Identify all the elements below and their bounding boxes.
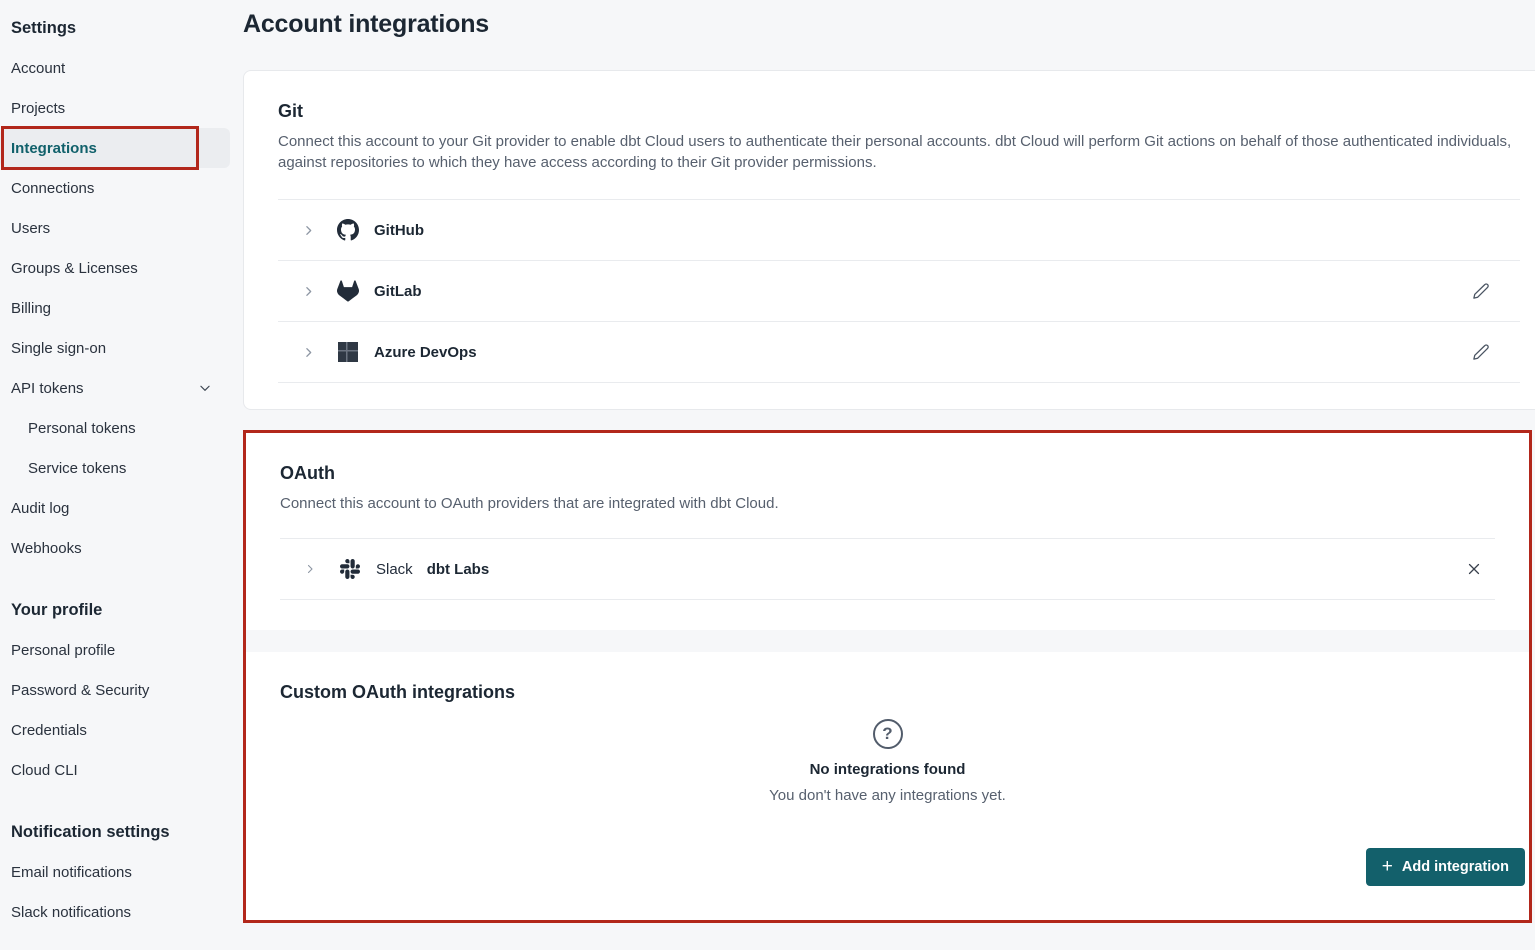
slack-label: Slack xyxy=(376,561,413,578)
gitlab-icon xyxy=(337,280,359,302)
sidebar-item-groups-licenses[interactable]: Groups & Licenses xyxy=(0,248,230,288)
sidebar-item-service-tokens[interactable]: Service tokens xyxy=(0,448,230,488)
gitlab-label: GitLab xyxy=(374,283,422,300)
sidebar-item-projects[interactable]: Projects xyxy=(0,88,230,128)
add-integration-label: Add integration xyxy=(1402,859,1509,875)
github-label: GitHub xyxy=(374,222,424,239)
chevron-down-icon xyxy=(198,381,212,395)
settings-sidebar: Settings Account Projects Integrations C… xyxy=(0,0,243,950)
close-icon[interactable] xyxy=(1465,560,1483,578)
empty-state-message: You don't have any integrations yet. xyxy=(280,787,1495,804)
sidebar-item-email-notifications[interactable]: Email notifications xyxy=(0,852,230,892)
azure-devops-label: Azure DevOps xyxy=(374,344,477,361)
plus-icon: + xyxy=(1382,857,1393,876)
sidebar-section-settings: Settings xyxy=(0,8,243,48)
custom-oauth-card: Custom OAuth integrations ? No integrati… xyxy=(246,652,1529,920)
page-title: Account integrations xyxy=(243,10,1535,39)
sidebar-item-personal-profile[interactable]: Personal profile xyxy=(0,630,230,670)
main-content: Account integrations Git Connect this ac… xyxy=(243,0,1535,950)
sidebar-item-connections[interactable]: Connections xyxy=(0,168,230,208)
sidebar-section-your-profile: Your profile xyxy=(0,590,243,630)
edit-pencil-icon[interactable] xyxy=(1472,343,1490,361)
sidebar-item-password-security[interactable]: Password & Security xyxy=(0,670,230,710)
github-icon xyxy=(337,219,359,241)
sidebar-section-notification-settings: Notification settings xyxy=(0,812,243,852)
chevron-right-icon xyxy=(302,346,315,359)
sidebar-item-credentials[interactable]: Credentials xyxy=(0,710,230,750)
oauth-card: OAuth Connect this account to OAuth prov… xyxy=(246,433,1529,630)
cards-gap xyxy=(246,630,1529,652)
edit-pencil-icon[interactable] xyxy=(1472,282,1490,300)
git-section-title: Git xyxy=(278,101,1520,122)
oauth-integration-list: Slack dbt Labs xyxy=(280,538,1495,600)
sidebar-item-integrations[interactable]: Integrations xyxy=(0,128,230,168)
empty-state-title: No integrations found xyxy=(280,761,1495,778)
sidebar-item-billing[interactable]: Billing xyxy=(0,288,230,328)
git-provider-row-github[interactable]: GitHub xyxy=(278,200,1520,261)
oauth-section-description: Connect this account to OAuth providers … xyxy=(280,493,1495,514)
empty-state: ? No integrations found You don't have a… xyxy=(280,719,1495,804)
oauth-section-title: OAuth xyxy=(280,463,1495,484)
oauth-row-slack[interactable]: Slack dbt Labs xyxy=(280,539,1495,600)
question-circle-icon: ? xyxy=(873,719,903,749)
sidebar-item-personal-tokens[interactable]: Personal tokens xyxy=(0,408,230,448)
azure-devops-icon xyxy=(337,341,359,363)
git-provider-row-gitlab[interactable]: GitLab xyxy=(278,261,1520,322)
chevron-right-icon xyxy=(302,224,315,237)
custom-oauth-section-title: Custom OAuth integrations xyxy=(280,682,1495,703)
sidebar-item-users[interactable]: Users xyxy=(0,208,230,248)
sidebar-item-single-sign-on[interactable]: Single sign-on xyxy=(0,328,230,368)
sidebar-item-account[interactable]: Account xyxy=(0,48,230,88)
sidebar-item-api-tokens[interactable]: API tokens xyxy=(0,368,230,408)
sidebar-item-cloud-cli[interactable]: Cloud CLI xyxy=(0,750,230,790)
red-annotation-box-oauth: OAuth Connect this account to OAuth prov… xyxy=(243,430,1532,923)
git-section-description: Connect this account to your Git provide… xyxy=(278,131,1520,173)
add-integration-button[interactable]: + Add integration xyxy=(1366,848,1525,886)
chevron-right-icon xyxy=(304,563,317,576)
chevron-right-icon xyxy=(302,285,315,298)
slack-org-label: dbt Labs xyxy=(427,561,490,578)
sidebar-item-slack-notifications[interactable]: Slack notifications xyxy=(0,892,230,932)
sidebar-item-audit-log[interactable]: Audit log xyxy=(0,488,230,528)
slack-icon xyxy=(339,558,361,580)
git-provider-list: GitHub GitLab Azure DevOps xyxy=(278,199,1520,383)
sidebar-item-webhooks[interactable]: Webhooks xyxy=(0,528,230,568)
git-provider-row-azure-devops[interactable]: Azure DevOps xyxy=(278,322,1520,383)
git-integrations-card: Git Connect this account to your Git pro… xyxy=(243,70,1535,410)
